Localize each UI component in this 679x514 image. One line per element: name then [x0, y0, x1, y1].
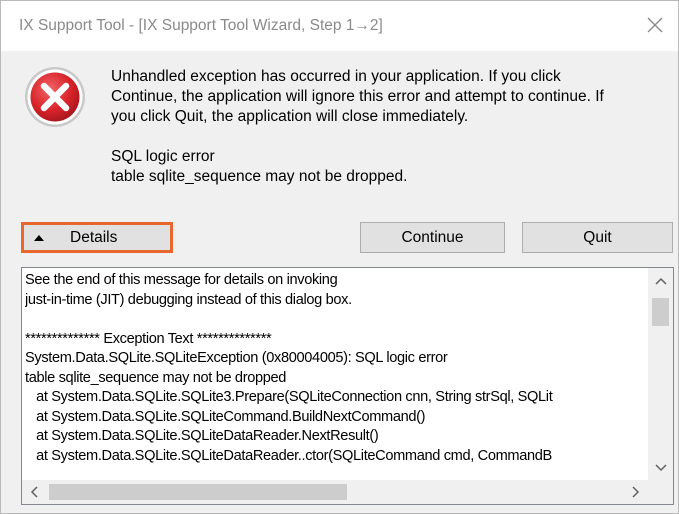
- details-button[interactable]: Details: [21, 222, 173, 253]
- details-line: System.Data.SQLite.SQLiteException (0x80…: [25, 350, 448, 366]
- details-line: at System.Data.SQLite.SQLiteCommand.Buil…: [25, 408, 426, 425]
- error-detail-line: table sqlite_sequence may not be dropped…: [111, 168, 408, 185]
- expand-up-triangle-icon: [34, 234, 44, 241]
- scroll-left-icon[interactable]: [22, 480, 46, 504]
- details-button-label: Details: [70, 228, 118, 246]
- close-icon[interactable]: [640, 10, 670, 40]
- window-title: IX Support Tool - [IX Support Tool Wizar…: [19, 17, 383, 34]
- error-icon: [23, 65, 87, 129]
- message-line: you click Quit, the application will clo…: [111, 108, 469, 125]
- scroll-down-icon[interactable]: [648, 455, 673, 480]
- quit-button-label: Quit: [583, 228, 612, 246]
- error-dialog: IX Support Tool - [IX Support Tool Wizar…: [0, 0, 679, 514]
- details-line: [25, 310, 645, 330]
- error-detail-line: SQL logic error: [111, 148, 215, 165]
- details-line: at System.Data.SQLite.SQLite3.Prepare(SQ…: [25, 389, 553, 405]
- vertical-scrollbar[interactable]: [648, 268, 673, 480]
- horizontal-scrollbar[interactable]: [22, 480, 648, 504]
- details-line: at System.Data.SQLite.SQLiteDataReader.N…: [25, 428, 379, 444]
- details-line: just-in-time (JIT) debugging instead of …: [25, 291, 352, 308]
- horizontal-scroll-thumb[interactable]: [49, 484, 347, 500]
- continue-button-label: Continue: [401, 228, 464, 246]
- details-line: ************** Exception Text **********…: [25, 330, 272, 347]
- message-line: Unhandled exception has occurred in your…: [111, 68, 561, 85]
- quit-button[interactable]: Quit: [522, 222, 673, 253]
- details-textbox[interactable]: See the end of this message for details …: [21, 267, 674, 505]
- scrollbar-corner: [648, 480, 673, 504]
- title-bar: IX Support Tool - [IX Support Tool Wizar…: [1, 1, 678, 51]
- details-line: at System.Data.SQLite.SQLiteDataReader..…: [25, 447, 552, 464]
- scroll-up-icon[interactable]: [648, 268, 673, 293]
- continue-button[interactable]: Continue: [360, 222, 505, 253]
- message-line: Continue, the application will ignore th…: [111, 88, 604, 105]
- error-message: Unhandled exception has occurred in your…: [111, 67, 656, 187]
- details-text: See the end of this message for details …: [25, 271, 645, 483]
- details-line: table sqlite_sequence may not be dropped: [25, 369, 287, 386]
- details-line: See the end of this message for details …: [25, 272, 338, 288]
- vertical-scroll-thumb[interactable]: [652, 298, 669, 326]
- scroll-right-icon[interactable]: [624, 480, 648, 504]
